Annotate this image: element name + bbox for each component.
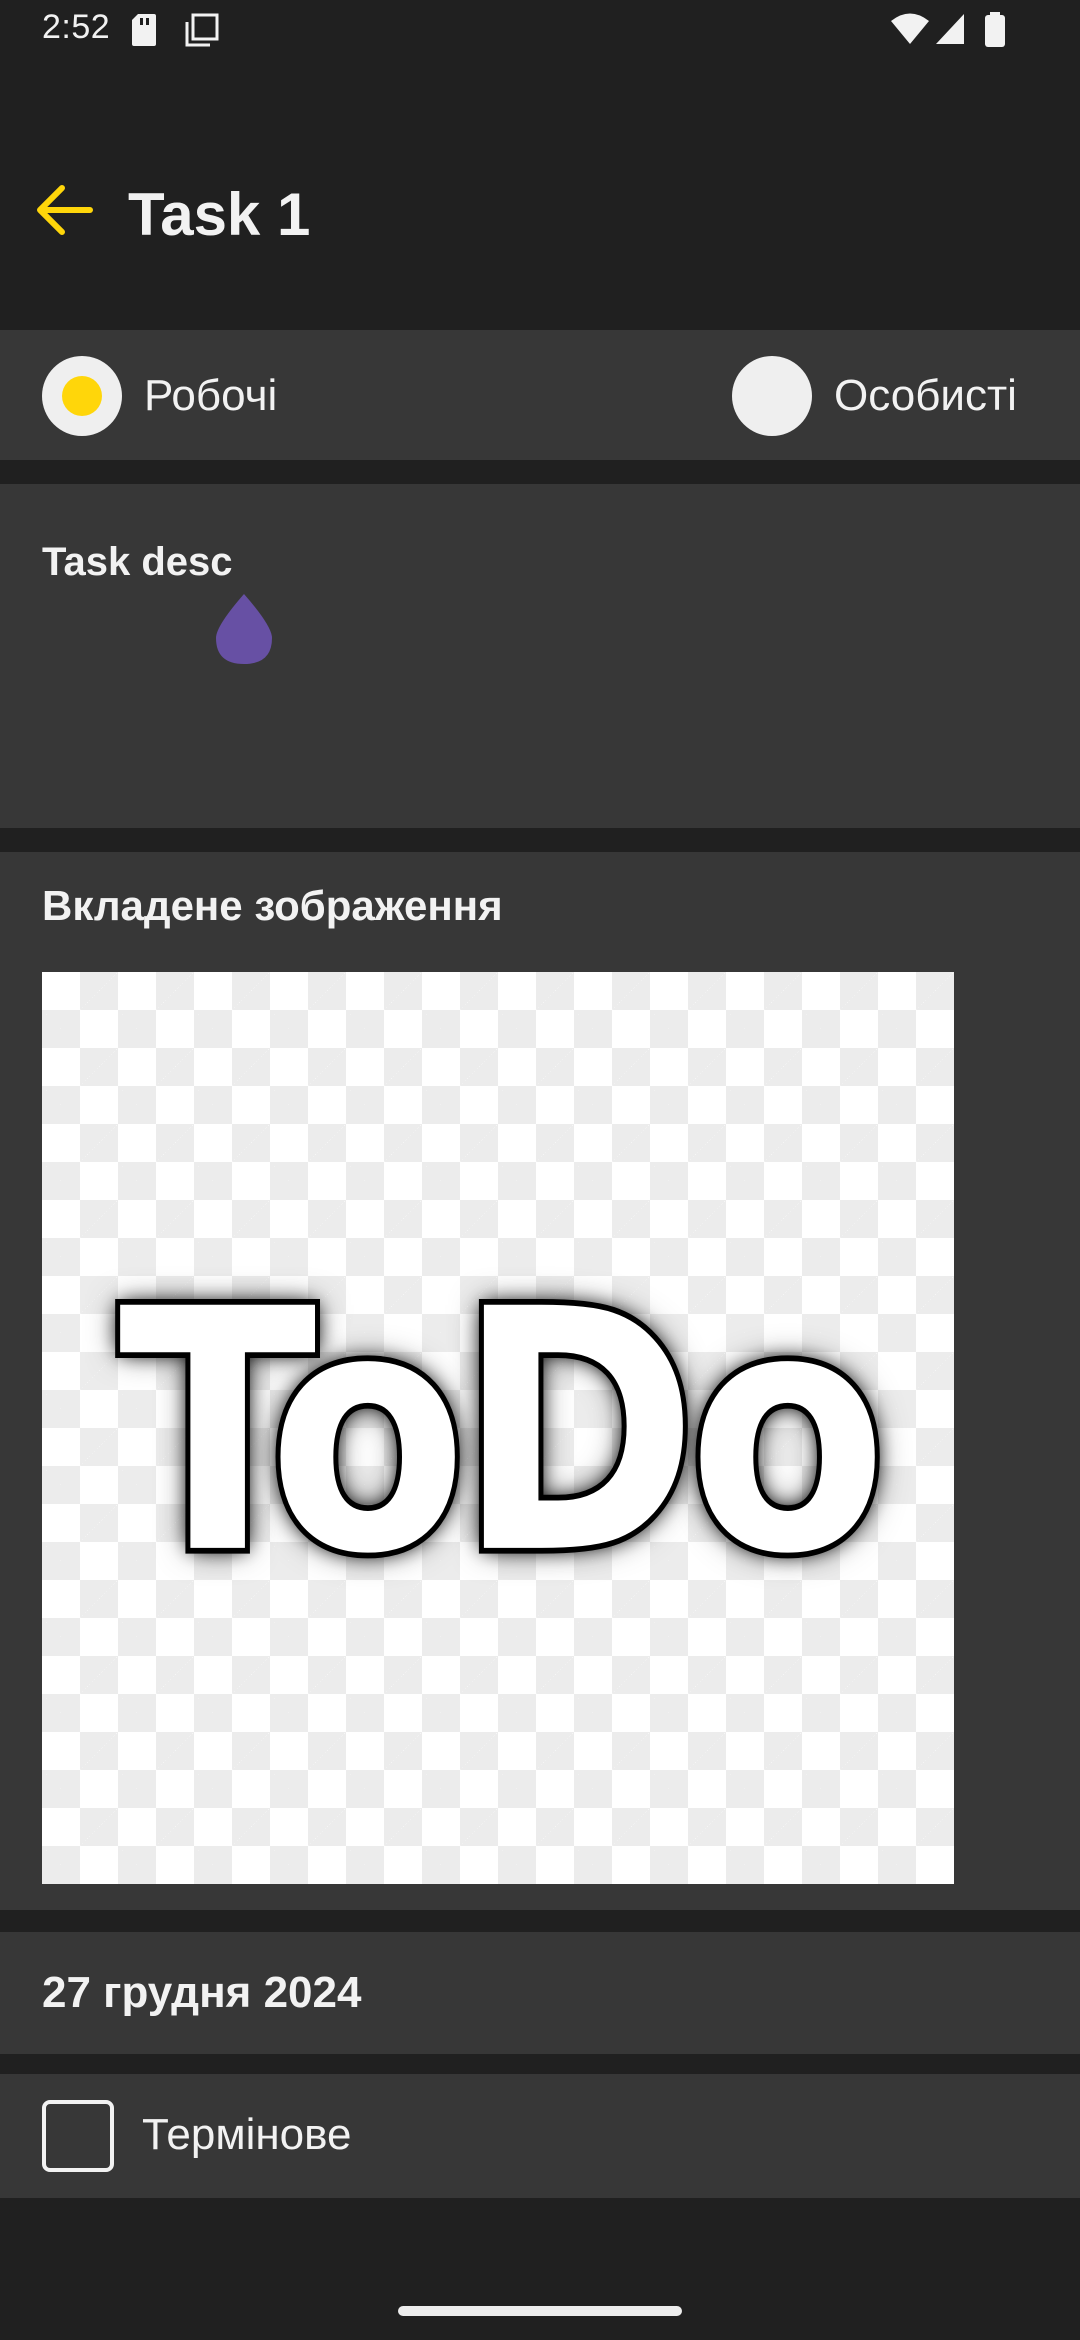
status-bar: 2:52 [0,0,1080,62]
battery-icon [984,12,1006,53]
radio-button-selected[interactable] [42,356,122,436]
date-picker-field[interactable]: 27 грудня 2024 [0,1932,1080,2054]
signal-icon [934,12,970,51]
radio-label-personal: Особисті [834,371,1017,420]
attachment-card: Вкладене зображення ToDo [0,852,1080,1910]
date-text: 27 грудня 2024 [42,1968,362,2017]
radio-label-work: Робочі [144,371,278,420]
attached-image[interactable]: ToDo [42,972,954,1884]
todo-logo-image: ToDo [42,972,954,1884]
todo-logo-text: ToDo [114,1233,892,1632]
description-field[interactable]: Task desc [0,484,1080,828]
urgent-row: Термінове [0,2074,1080,2198]
wifi-icon [890,12,930,51]
page-title: Task 1 [128,181,311,248]
arrow-left-icon [34,182,94,243]
category-selector: Робочі Особисті [0,330,1080,460]
home-indicator[interactable] [398,2306,682,2316]
urgent-label: Термінове [142,2110,352,2159]
back-button[interactable] [28,176,100,248]
attachment-heading: Вкладене зображення [42,882,503,929]
radio-option-work[interactable]: Робочі [42,356,277,436]
description-text[interactable]: Task desc [42,540,233,585]
app-bar: Task 1 [0,62,1080,330]
sd-card-icon [130,12,158,53]
text-cursor-handle-icon[interactable] [214,594,274,671]
urgent-checkbox[interactable] [42,2100,114,2172]
screenshot-icon [184,12,220,53]
radio-button-unselected[interactable] [732,356,812,436]
radio-dot [62,376,102,416]
radio-option-personal[interactable]: Особисті [732,356,1017,436]
status-time: 2:52 [42,8,111,46]
